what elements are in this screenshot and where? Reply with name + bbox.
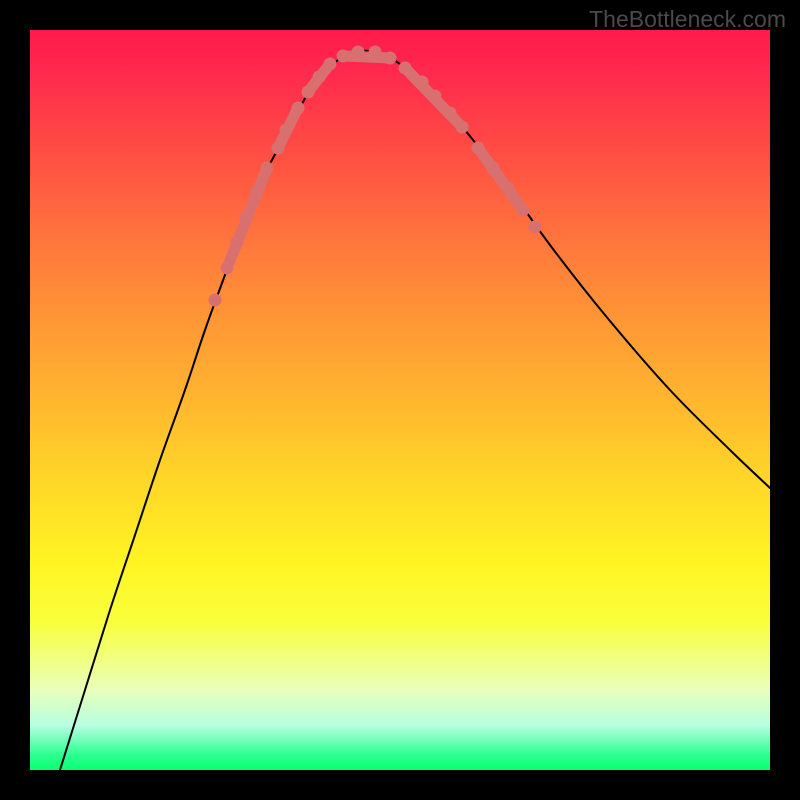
- marker-dot: [444, 107, 457, 120]
- marker-dot: [280, 124, 293, 137]
- chart-frame: TheBottleneck.com: [0, 0, 800, 800]
- marker-dot: [529, 221, 542, 234]
- watermark-label: TheBottleneck.com: [589, 6, 786, 33]
- marker-dot: [502, 182, 515, 195]
- marker-dot: [272, 142, 285, 155]
- marker-dot: [487, 162, 500, 175]
- curve-svg: [30, 30, 770, 770]
- marker-dot: [429, 90, 442, 103]
- marker-dot: [369, 46, 382, 59]
- bottleneck-curve: [60, 51, 770, 770]
- marker-dot: [456, 121, 469, 134]
- marker-dot: [324, 58, 337, 71]
- marker-dot: [209, 294, 222, 307]
- marker-dot: [221, 262, 234, 275]
- marker-dot: [261, 162, 274, 175]
- marker-dot: [313, 71, 326, 84]
- marker-segment: [478, 148, 523, 210]
- marker-dot: [399, 62, 412, 75]
- marker-segment: [343, 56, 390, 58]
- plot-area: [30, 30, 770, 770]
- marker-dot: [337, 50, 350, 63]
- marker-dot: [240, 212, 253, 225]
- marker-dot: [352, 46, 365, 59]
- marker-dot: [472, 142, 485, 155]
- marker-dot: [302, 86, 315, 99]
- marker-dot: [292, 102, 305, 115]
- marker-dot: [416, 76, 429, 89]
- marker-dot: [231, 236, 244, 249]
- marker-dot: [251, 186, 264, 199]
- marker-dot: [517, 204, 530, 217]
- marker-dot: [384, 52, 397, 65]
